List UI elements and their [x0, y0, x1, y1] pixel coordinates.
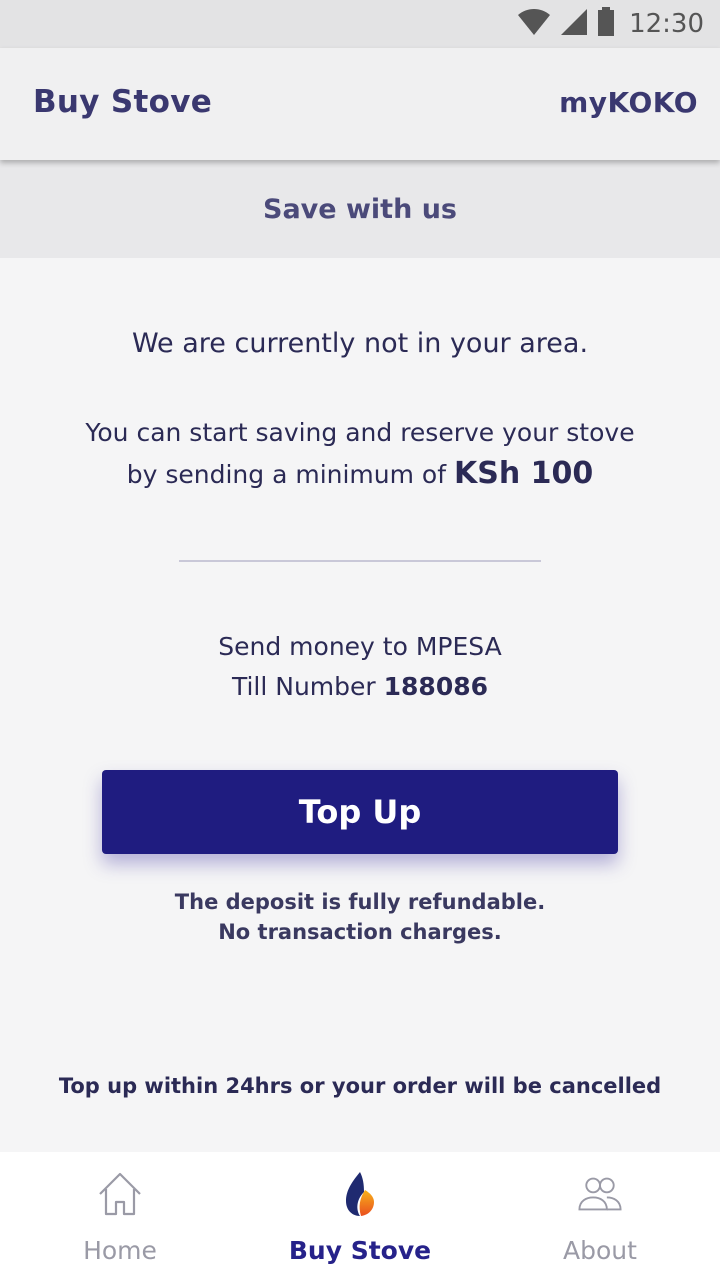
home-icon: [96, 1170, 144, 1218]
nav-item-about[interactable]: About: [480, 1152, 720, 1280]
nav-label-buy-stove: Buy Stove: [288, 1236, 432, 1265]
refund-note-line2: No transaction charges.: [218, 920, 502, 944]
minimum-amount: KSh 100: [453, 456, 594, 491]
signal-icon: [559, 8, 589, 40]
page-title: Buy Stove: [33, 84, 213, 120]
till-label: Till Number: [231, 672, 376, 701]
bottom-nav: Home Buy Stove About: [0, 1152, 720, 1280]
main-content: We are currently not in your area. You c…: [0, 258, 720, 1152]
not-in-area-text: We are currently not in your area.: [131, 328, 589, 359]
wifi-icon: [517, 8, 551, 40]
saving-text-line2: by sending a minimum of KSh 100: [0, 456, 720, 491]
nav-item-buy-stove[interactable]: Buy Stove: [240, 1152, 480, 1280]
till-line: Till Number 188086: [0, 672, 720, 701]
till-number: 188086: [383, 672, 489, 701]
nav-item-home[interactable]: Home: [0, 1152, 240, 1280]
nav-label-home: Home: [83, 1236, 157, 1265]
divider: [179, 560, 541, 562]
app-bar: Buy Stove myKOKO: [0, 48, 720, 160]
battery-icon: [597, 7, 615, 41]
section-header: Save with us: [0, 160, 720, 258]
saving-text-line1: You can start saving and reserve your st…: [85, 418, 635, 447]
nav-label-about: About: [563, 1236, 637, 1265]
refund-note-line1: The deposit is fully refundable.: [174, 890, 546, 914]
status-time: 12:30: [629, 9, 704, 39]
saving-text-prefix: by sending a minimum of: [126, 460, 447, 489]
top-up-button[interactable]: Top Up: [102, 770, 618, 854]
section-title: Save with us: [263, 193, 457, 225]
cancellation-warning: Top up within 24hrs or your order will b…: [58, 1074, 662, 1098]
mpesa-instruction: Send money to MPESA: [218, 632, 502, 661]
brand-link[interactable]: myKOKO: [559, 86, 698, 119]
flame-icon: [336, 1170, 384, 1218]
status-icons: 12:30: [517, 7, 704, 41]
people-icon: [576, 1170, 624, 1218]
status-bar: 12:30: [0, 0, 720, 48]
